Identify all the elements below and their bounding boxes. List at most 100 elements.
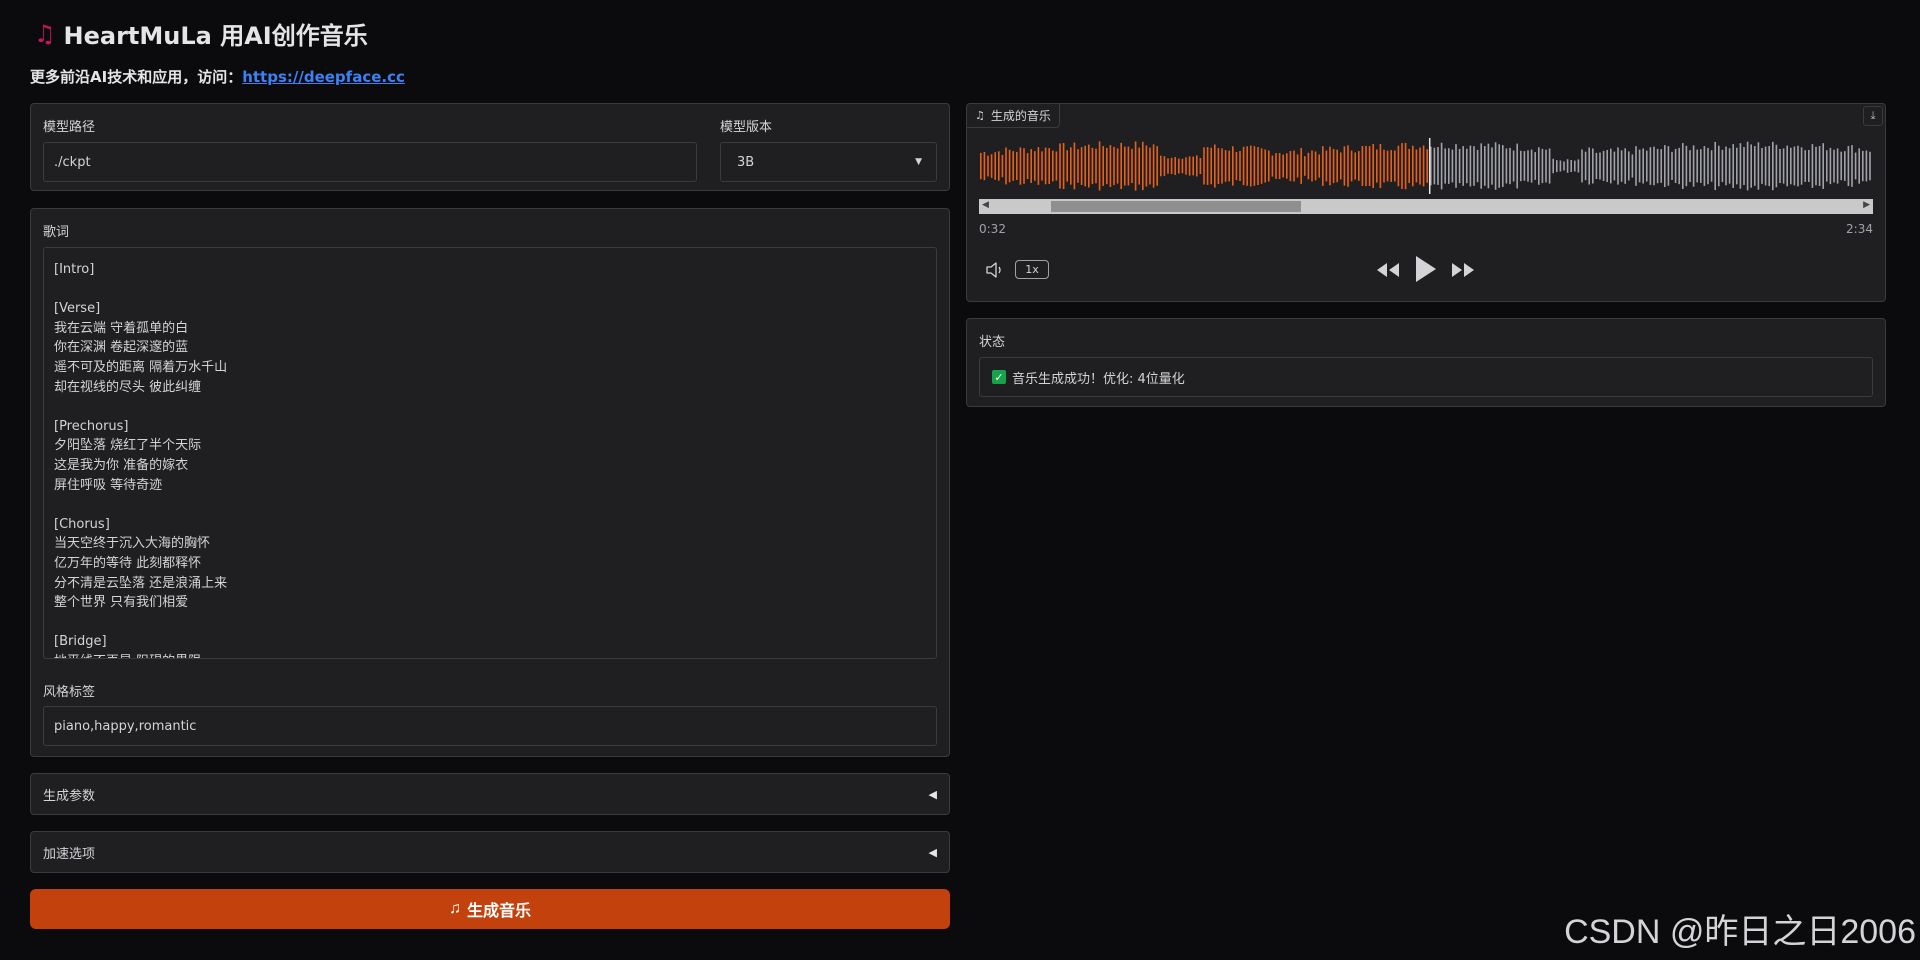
waveform-bar [1772,141,1774,191]
waveform-bar [1491,147,1493,185]
play-icon[interactable] [1413,255,1437,283]
waveform-bar [1340,152,1342,180]
waveform[interactable] [979,138,1875,194]
waveform-bar [1415,149,1418,183]
waveform-bar [1556,160,1558,172]
waveform-bar [1253,146,1256,186]
waveform-bar [1829,147,1832,185]
accel-label: 加速选项 [43,846,96,862]
waveform-bar [1217,148,1220,184]
waveform-bar [1354,152,1356,180]
audio-label: 生成的音乐 [990,109,1051,123]
waveform-bar [1055,151,1058,181]
waveform-bar [1786,145,1788,187]
waveform-bar [1383,149,1385,183]
waveform-bar [1048,148,1050,184]
waveform-bar [1516,143,1518,189]
waveform-bar [1790,147,1792,185]
gen-params-label: 生成参数 [43,788,96,804]
waveform-bar [1653,146,1655,186]
waveform-bar [1210,147,1212,185]
scroll-right-icon[interactable]: ▶ [1863,200,1870,210]
waveform-bar [1145,145,1148,187]
waveform-bar [1498,144,1500,188]
generate-music-button[interactable]: ♫ 生成音乐 [30,889,950,929]
waveform-bar [1376,149,1378,183]
waveform-bar [1307,152,1310,180]
lyrics-textarea[interactable]: [Intro] [Verse] 我在云端 守着孤单的白 你在深渊 卷起深邃的蓝 … [43,247,937,659]
waveform-bar [1437,147,1439,185]
fast-forward-icon[interactable] [1450,261,1476,279]
waveform-bar [1541,148,1544,184]
waveform-bar [1026,153,1029,179]
waveform-bar [1538,147,1540,185]
waveform-bar [1862,150,1864,182]
waveform-bar [1322,146,1324,186]
model-version-value: 3B [737,154,755,170]
waveform-bar [1289,151,1292,182]
waveform-bar [1574,160,1576,172]
waveform-bar [1624,148,1626,184]
waveform-bar [1275,153,1277,179]
accel-accordion[interactable]: 加速选项 ◀ [30,831,950,873]
waveform-bar [1678,147,1680,185]
rewind-icon[interactable] [1375,261,1401,279]
waveform-bar [1721,149,1724,183]
waveform-bar [1505,148,1508,184]
waveform-bar [1196,155,1198,177]
app-title-text: HeartMuLa 用AI创作音乐 [63,22,368,50]
waveform-bar [1066,150,1068,182]
gen-params-accordion[interactable]: 生成参数 ◀ [30,773,950,815]
style-input[interactable]: piano,happy,romantic [43,706,937,746]
style-value: piano,happy,romantic [54,718,197,734]
waveform-bar [1768,146,1770,187]
waveform-bar [1185,157,1187,175]
waveform-bar [1422,145,1425,187]
waveform-scrollbar[interactable]: ◀ ▶ [979,199,1873,214]
waveform-bar [1502,145,1504,187]
waveform-bar [1098,141,1101,191]
waveform-bar [1077,149,1079,183]
waveform-bar [1444,148,1446,184]
waveform-bar [1617,147,1619,185]
waveform-bar [1725,146,1727,186]
waveform-bar [1811,144,1814,188]
waveform-bar [1674,148,1677,183]
waveform-bar [1192,156,1194,176]
waveform-bar [1318,154,1320,178]
waveform-bar [1178,158,1180,174]
deepface-link[interactable]: https://deepface.cc [242,68,405,86]
waveform-bar [1350,150,1353,182]
waveform-bar [1754,146,1756,186]
playback-speed-button[interactable]: 1x [1015,260,1049,279]
scrollbar-thumb[interactable] [1051,201,1301,212]
waveform-bar [1394,150,1396,182]
status-label: 状态 [979,335,1006,350]
waveform-bar [1412,145,1414,187]
waveform-bar [1397,145,1400,187]
playback-speed-value: 1x [1025,263,1039,276]
status-message: 音乐生成成功！优化: 4位量化 [1012,371,1185,387]
waveform-bar [1682,143,1684,189]
download-icon[interactable]: ⤓ [1863,106,1883,126]
waveform-bar [1563,161,1565,171]
model-path-input[interactable]: ./ckpt [43,142,697,182]
audio-panel: ♫ 生成的音乐 ⤓ ◀ ▶ 0:32 2:34 1x [966,103,1886,302]
waveform-bar [1728,148,1731,184]
waveform-bar [1221,148,1223,184]
waveform-bar [1833,149,1835,183]
model-version-select[interactable]: 3B ▼ [720,142,937,182]
waveform-bar [1271,155,1274,177]
expand-arrow-icon: ◀ [928,787,937,801]
waveform-bar [1001,154,1004,178]
waveform-bar [1134,141,1137,191]
scroll-left-icon[interactable]: ◀ [982,200,989,210]
waveform-bar [1530,149,1533,183]
waveform-bar [1649,147,1652,185]
volume-icon[interactable] [985,261,1005,279]
waveform-bar [1455,144,1457,188]
waveform-bar [1761,148,1763,184]
waveform-bar [1138,147,1140,185]
waveform-bar [1520,150,1522,182]
waveform-bar [998,151,1000,181]
